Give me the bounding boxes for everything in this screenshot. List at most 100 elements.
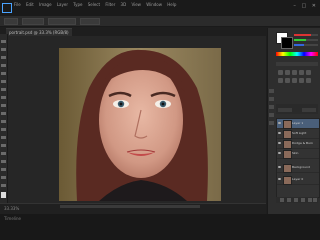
layers-footer-toolbar	[276, 197, 318, 203]
brightness-icon[interactable]	[278, 70, 283, 75]
menu-items: File Edit Image Layer Type Select Filter…	[14, 2, 180, 7]
move-tool-icon[interactable]	[1, 40, 6, 43]
photo-filter-icon[interactable]	[299, 78, 304, 83]
background-color-swatch[interactable]	[281, 37, 293, 49]
marquee-tool-icon[interactable]	[1, 48, 6, 51]
gradient-tool-icon[interactable]	[1, 128, 6, 131]
layer-thumbnail	[283, 164, 292, 173]
menu-select[interactable]: Select	[88, 2, 100, 7]
app-logo-icon	[2, 3, 12, 13]
layers-panel: Layer 1 Soft Light Dodge & Burn Skin Bac…	[276, 118, 320, 198]
timeline-label[interactable]: Timeline	[4, 216, 21, 221]
shape-tool-icon[interactable]	[1, 176, 6, 179]
layer-thumbnail	[283, 176, 292, 185]
tools-panel	[0, 34, 8, 204]
type-tool-icon[interactable]	[1, 160, 6, 163]
menu-image[interactable]: Image	[39, 2, 52, 7]
layer-style-icon[interactable]	[287, 198, 291, 202]
exposure-icon[interactable]	[299, 70, 304, 75]
hue-saturation-icon[interactable]	[278, 78, 283, 83]
visibility-eye-icon[interactable]	[278, 132, 281, 134]
menu-3d[interactable]: 3D	[121, 2, 127, 7]
eraser-tool-icon[interactable]	[1, 120, 6, 123]
character-panel-icon[interactable]	[269, 121, 274, 125]
layer-row[interactable]: Soft Light	[277, 129, 319, 139]
layer-row[interactable]: Dodge & Burn	[277, 139, 319, 149]
timeline-strip: Timeline	[0, 214, 320, 240]
black-white-icon[interactable]	[292, 78, 297, 83]
blur-tool-icon[interactable]	[1, 136, 6, 139]
vibrance-icon[interactable]	[306, 70, 311, 75]
layer-row[interactable]: Layer 1	[277, 119, 319, 129]
color-balance-icon[interactable]	[285, 78, 290, 83]
curves-icon[interactable]	[292, 70, 297, 75]
layer-name: Skin	[292, 151, 299, 155]
brush-panel-icon[interactable]	[269, 113, 274, 117]
visibility-eye-icon[interactable]	[278, 178, 281, 180]
color-swatches-icon[interactable]	[1, 192, 6, 198]
red-slider[interactable]	[294, 34, 318, 36]
properties-panel-icon[interactable]	[269, 105, 274, 109]
blue-slider[interactable]	[294, 44, 318, 46]
new-adjustment-icon[interactable]	[301, 198, 305, 202]
zoom-level[interactable]: 33.33%	[4, 206, 19, 211]
add-mask-icon[interactable]	[294, 198, 298, 202]
menu-filter[interactable]: Filter	[105, 2, 115, 7]
layer-row[interactable]: Background	[277, 163, 319, 173]
link-layers-icon[interactable]	[280, 198, 284, 202]
portrait-photo[interactable]	[59, 48, 221, 201]
levels-icon[interactable]	[285, 70, 290, 75]
history-brush-tool-icon[interactable]	[1, 112, 6, 115]
layer-thumbnail	[283, 150, 292, 159]
menu-edit[interactable]: Edit	[26, 2, 34, 7]
green-slider[interactable]	[294, 39, 318, 41]
menu-view[interactable]: View	[131, 2, 141, 7]
layer-name: Layer 0	[292, 177, 304, 181]
window-controls[interactable]: – □ ✕	[293, 3, 318, 9]
actions-panel-icon[interactable]	[269, 97, 274, 101]
layer-thumbnail	[283, 130, 292, 139]
clone-stamp-tool-icon[interactable]	[1, 104, 6, 107]
layer-name: Soft Light	[292, 131, 307, 135]
visibility-eye-icon[interactable]	[278, 122, 281, 124]
layer-name: Layer 1	[292, 121, 304, 125]
healing-brush-tool-icon[interactable]	[1, 88, 6, 91]
brush-tool-icon[interactable]	[1, 96, 6, 99]
path-select-tool-icon[interactable]	[1, 168, 6, 171]
menu-help[interactable]: Help	[167, 2, 176, 7]
layer-row[interactable]: Skin	[277, 149, 319, 159]
opacity-field[interactable]	[80, 18, 100, 25]
layer-row[interactable]: Layer 0	[277, 175, 319, 185]
menu-layer[interactable]: Layer	[57, 2, 68, 7]
dodge-tool-icon[interactable]	[1, 144, 6, 147]
trash-icon[interactable]	[313, 198, 317, 202]
eyedropper-tool-icon[interactable]	[1, 80, 6, 83]
visibility-eye-icon[interactable]	[278, 152, 281, 154]
panel-header-adjustments[interactable]	[276, 62, 318, 66]
history-panel-icon[interactable]	[269, 89, 274, 93]
channel-mixer-icon[interactable]	[306, 78, 311, 83]
pen-tool-icon[interactable]	[1, 152, 6, 155]
mode-select[interactable]	[48, 18, 76, 25]
new-layer-icon[interactable]	[308, 198, 312, 202]
menu-window[interactable]: Window	[146, 2, 162, 7]
horizontal-scrollbar[interactable]	[60, 205, 200, 208]
hand-tool-icon[interactable]	[1, 184, 6, 187]
visibility-eye-icon[interactable]	[278, 166, 281, 168]
tool-preset-picker[interactable]	[4, 18, 18, 25]
lasso-tool-icon[interactable]	[1, 56, 6, 59]
blend-mode-select[interactable]	[278, 108, 292, 112]
menu-bar: File Edit Image Layer Type Select Filter…	[0, 0, 320, 17]
visibility-eye-icon[interactable]	[278, 142, 281, 144]
menu-type[interactable]: Type	[73, 2, 82, 7]
layer-thumbnail	[283, 140, 292, 149]
crop-tool-icon[interactable]	[1, 72, 6, 75]
layer-name: Background	[292, 165, 310, 169]
menu-file[interactable]: File	[14, 2, 21, 7]
brush-size-field[interactable]	[22, 18, 44, 25]
color-spectrum[interactable]	[276, 52, 318, 56]
quick-select-tool-icon[interactable]	[1, 64, 6, 67]
layer-thumbnail	[283, 120, 292, 129]
options-bar	[0, 16, 320, 27]
opacity-field[interactable]	[302, 108, 316, 112]
